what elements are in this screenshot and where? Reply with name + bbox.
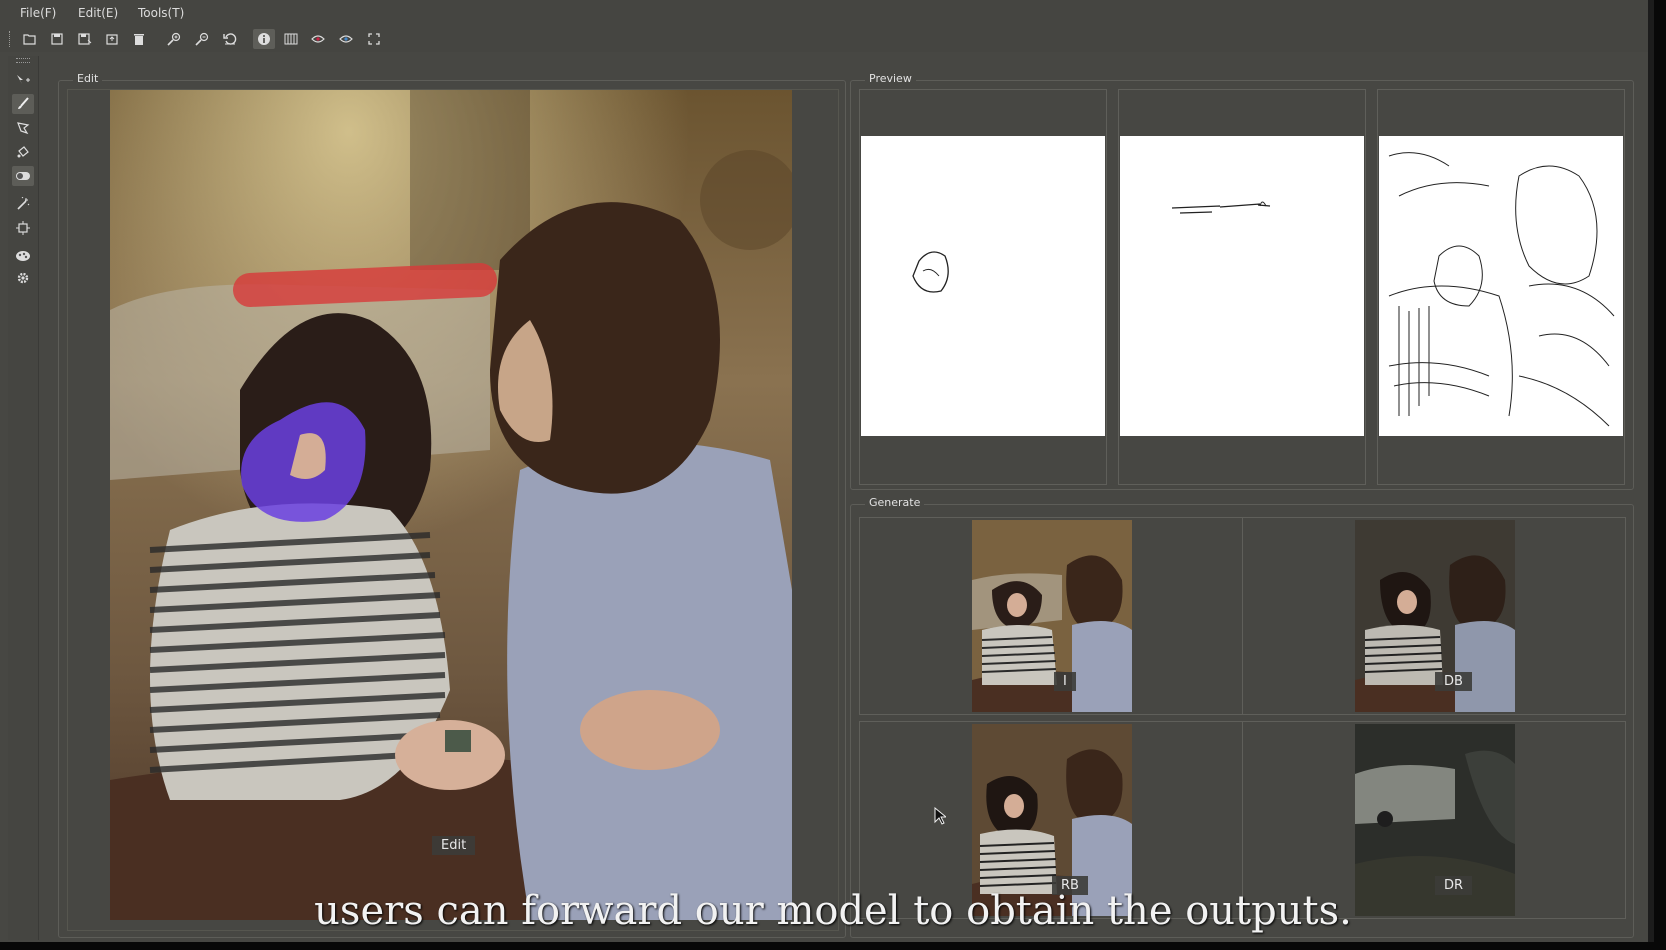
generate-group: Generate I DB RB DR [850,496,1634,938]
preview-group: Preview [850,72,1634,490]
generate-panel-1: I [859,517,1243,715]
palette-tool-icon[interactable] [12,246,34,266]
palette-grip[interactable] [16,58,30,63]
edit-group: Edit Edit [58,72,846,938]
toggle-tool-icon[interactable] [12,166,34,186]
menu-bar: File(F) Edit(E) Tools(T) [0,0,1648,27]
result-image-2[interactable]: DB [1355,520,1515,712]
preview-panel-3 [1377,89,1625,485]
toolbar-grip[interactable] [9,31,13,47]
menu-file[interactable]: File(F) [20,6,56,20]
menu-tools[interactable]: Tools(T) [138,6,184,20]
transform-tool-icon[interactable] [12,218,34,238]
result-image-1[interactable]: I [972,520,1132,712]
result-label-2: DB [1435,672,1472,691]
magic-wand-icon[interactable] [12,194,34,214]
sketch-preview-1[interactable] [861,136,1105,436]
result-label-1: I [1054,672,1076,691]
save-icon[interactable] [46,29,68,49]
edit-canvas-label: Edit [432,836,476,855]
eye-alt-icon[interactable] [335,29,357,49]
fullscreen-icon[interactable] [363,29,385,49]
tool-palette [8,56,39,940]
eye-icon[interactable] [307,29,329,49]
menu-edit[interactable]: Edit(E) [78,6,118,20]
info-icon[interactable] [253,29,275,49]
generate-group-title: Generate [865,496,925,509]
zoom-in-icon[interactable] [163,29,185,49]
select-tool-icon[interactable] [12,70,34,90]
sketch-preview-3[interactable] [1379,136,1623,436]
open-icon[interactable] [19,29,41,49]
grid-icon[interactable] [280,29,302,49]
delete-icon[interactable] [128,29,150,49]
reset-icon[interactable] [219,29,241,49]
zoom-out-icon[interactable] [191,29,213,49]
preview-group-title: Preview [865,72,916,85]
video-caption: users can forward our model to obtain th… [314,888,1352,934]
preview-panel-1 [859,89,1107,485]
edit-canvas[interactable] [110,90,792,920]
toolbar [0,26,1648,52]
save-as-icon[interactable] [74,29,96,49]
app-window: File(F) Edit(E) Tools(T) Edit Edit Previ… [0,0,1654,942]
sketch-preview-2[interactable] [1120,136,1364,436]
edit-group-title: Edit [73,72,103,85]
mouse-cursor-icon [934,807,946,825]
settings-gear-icon[interactable] [12,268,34,288]
edit-canvas-frame: Edit [67,89,839,931]
fill-tool-icon[interactable] [12,142,34,162]
generate-panel-2: DB [1242,517,1626,715]
export-icon[interactable] [101,29,123,49]
polygon-lasso-icon[interactable] [12,118,34,138]
preview-panel-2 [1118,89,1366,485]
brush-tool-icon[interactable] [12,94,34,114]
